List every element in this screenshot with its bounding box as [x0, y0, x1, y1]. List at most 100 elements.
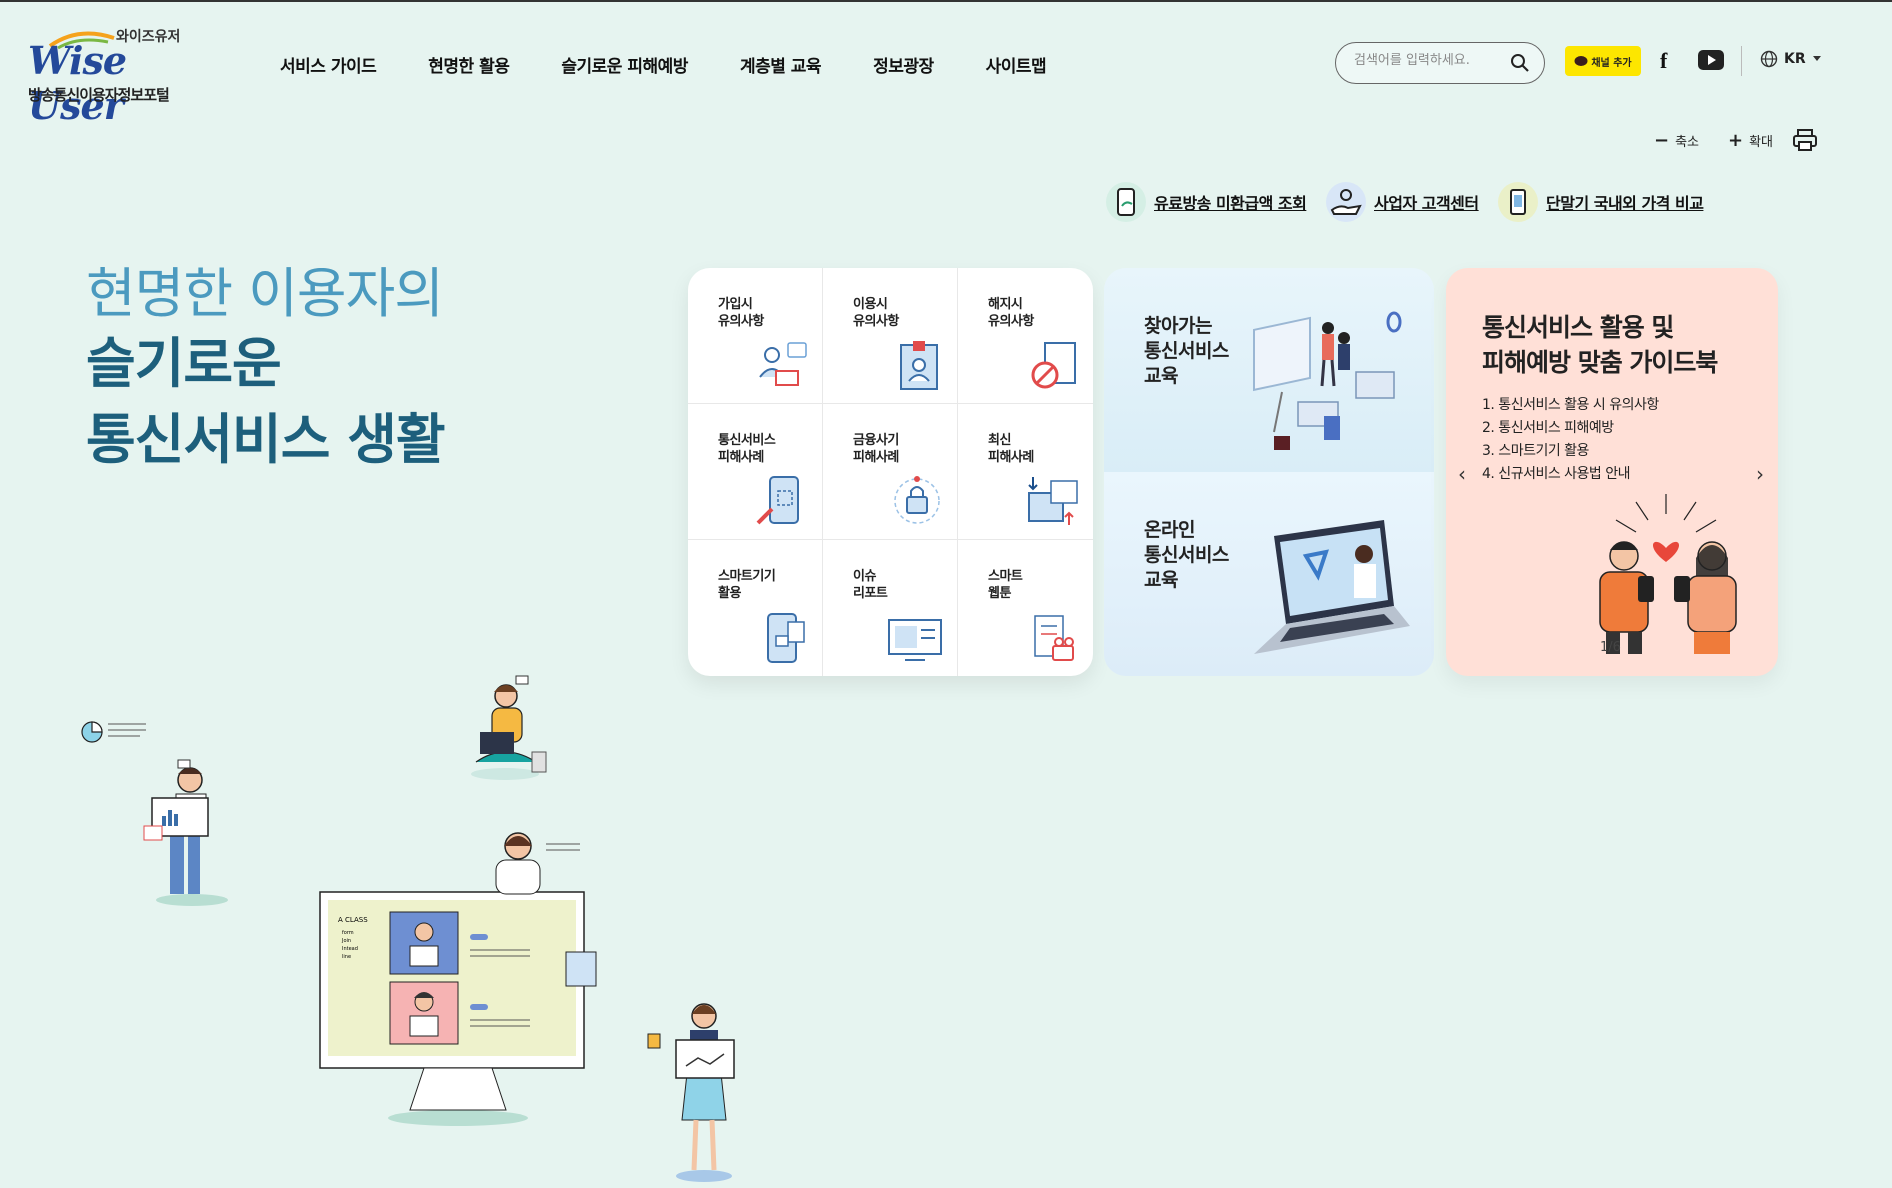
slider-pager: 1/6 — [1600, 640, 1621, 655]
facebook-icon[interactable]: f — [1660, 48, 1667, 74]
cancel-icon — [1031, 342, 1076, 389]
classroom-illustration-icon — [1253, 311, 1402, 450]
print-icon[interactable] — [1792, 128, 1818, 152]
menu-cancel-notice[interactable]: 해지시 유의사항 — [958, 268, 1093, 404]
menu-latest-damage[interactable]: 최신 피해사례 — [958, 404, 1093, 540]
lock-fraud-icon — [894, 476, 940, 524]
device-price-icon — [1498, 182, 1538, 222]
guidebook-item[interactable]: 1. 통신서비스 활용 시 유의사항 — [1482, 394, 1659, 417]
online-class-illustration: A CLASS form Join Intead line — [81, 675, 735, 1182]
divider — [1741, 46, 1742, 76]
search-box — [1335, 42, 1545, 84]
guidebook-item[interactable]: 3. 스마트기기 활용 — [1482, 440, 1659, 463]
menu-label: 스마트 웹툰 — [988, 569, 1023, 601]
menu-issue-report[interactable]: 이슈 리포트 — [823, 540, 958, 676]
menu-smart-device[interactable]: 스마트기기 활용 — [688, 540, 823, 676]
guidebook-list: 1. 통신서비스 활용 시 유의사항 2. 통신서비스 피해예방 3. 스마트기… — [1482, 394, 1659, 486]
quick-link-label: 유료방송 미환급액 조회 — [1154, 194, 1307, 213]
svg-text:form: form — [342, 930, 354, 936]
usage-icon — [900, 341, 938, 390]
laptop-illustration-icon — [1254, 520, 1410, 654]
chevron-down-icon — [1812, 56, 1821, 61]
screen-label: A CLASS — [338, 916, 368, 924]
youtube-icon[interactable] — [1698, 50, 1724, 70]
nav-damage-prevention[interactable]: 슬기로운 피해예방 — [561, 52, 688, 77]
language-label: KR — [1784, 51, 1806, 67]
signup-icon — [759, 342, 807, 386]
globe-icon — [1760, 50, 1778, 68]
menu-signup-notice[interactable]: 가입시 유의사항 — [688, 268, 823, 404]
nav-education[interactable]: 계층별 교육 — [740, 52, 822, 77]
kakao-channel-button[interactable]: 채널 추가 — [1565, 46, 1641, 76]
visiting-education-card[interactable]: 찾아가는 통신서비스 교육 — [1104, 268, 1434, 472]
report-icon — [888, 619, 942, 661]
nav-info-plaza[interactable]: 정보광장 — [873, 52, 934, 77]
guidebook-title: 통신서비스 활용 및 피해예방 맞춤 가이드북 — [1482, 313, 1718, 377]
service-menu-grid: 가입시 유의사항 이용시 유의사항 해지시 유의사항 통신서비스 피해사례 금융… — [688, 268, 1093, 676]
nav-smart-use[interactable]: 현명한 활용 — [428, 52, 510, 77]
plus-icon: + — [1728, 130, 1744, 151]
logo-brand: Wise User — [28, 38, 127, 128]
woman-presenting-icon — [647, 1003, 735, 1182]
hero-text: 현명한 이용자의 슬기로운 통신서비스 생활 — [86, 262, 446, 478]
woman-pointing-icon — [495, 832, 580, 895]
kakao-label: 채널 추가 — [1591, 57, 1632, 69]
edu-label: 온라인 통신서비스 교육 — [1144, 519, 1229, 591]
menu-label: 이슈 리포트 — [853, 569, 888, 601]
quick-link-customer-center[interactable]: 사업자 고객센터 — [1326, 182, 1479, 222]
minus-icon: − — [1654, 130, 1670, 151]
top-border — [0, 0, 1892, 2]
nav-sitemap[interactable]: 사이트맵 — [986, 52, 1047, 77]
latest-case-icon — [1028, 477, 1078, 525]
hero-line-1: 현명한 이용자의 — [86, 262, 444, 325]
menu-smart-webtoon[interactable]: 스마트 웹툰 — [958, 540, 1093, 676]
quick-link-price-compare[interactable]: 단말기 국내외 가격 비교 — [1498, 182, 1704, 222]
logo-subtitle: 방송통신이용자정보포털 — [28, 86, 170, 104]
zoom-out-button[interactable]: − 축소 — [1654, 130, 1699, 151]
menu-label: 이용시 유의사항 — [853, 297, 899, 329]
zoom-in-button[interactable]: + 확대 — [1728, 130, 1773, 151]
man-presenting-icon — [143, 759, 228, 906]
phone-refund-icon — [1106, 182, 1146, 222]
nav-service-guide[interactable]: 서비스 가이드 — [280, 52, 377, 77]
menu-finance-fraud[interactable]: 금융사기 피해사례 — [823, 404, 958, 540]
menu-telecom-damage[interactable]: 통신서비스 피해사례 — [688, 404, 823, 540]
menu-label: 해지시 유의사항 — [988, 297, 1034, 329]
site-logo[interactable]: 와이즈유저 Wise User 방송통신이용자정보포털 — [28, 26, 198, 128]
svg-text:Join: Join — [341, 938, 351, 944]
edu-label: 찾아가는 통신서비스 교육 — [1144, 315, 1229, 387]
language-selector[interactable]: KR — [1760, 50, 1822, 68]
online-education-card[interactable]: 온라인 통신서비스 교육 — [1104, 472, 1434, 676]
menu-label: 가입시 유의사항 — [718, 297, 764, 329]
zoom-in-label: 확대 — [1749, 135, 1774, 150]
search-icon[interactable] — [1510, 53, 1530, 73]
guidebook-item[interactable]: 2. 통신서비스 피해예방 — [1482, 417, 1659, 440]
quick-link-label: 단말기 국내외 가격 비교 — [1546, 194, 1704, 213]
main-nav: 서비스 가이드 현명한 활용 슬기로운 피해예방 계층별 교육 정보광장 사이트… — [280, 52, 1098, 77]
svg-text:Intead: Intead — [342, 946, 358, 952]
menu-label: 스마트기기 활용 — [718, 569, 776, 601]
smart-device-icon — [767, 613, 805, 663]
monitor-class-icon: A CLASS form Join Intead line — [319, 891, 597, 1126]
quick-link-label: 사업자 고객센터 — [1374, 194, 1479, 213]
menu-label: 통신서비스 피해사례 — [718, 433, 776, 465]
webtoon-icon — [1034, 615, 1074, 661]
people-illustration-icon — [1599, 494, 1737, 654]
slider-next-icon[interactable]: › — [1756, 462, 1764, 486]
hero-line-3: 통신서비스 생활 — [86, 408, 446, 471]
svg-text:line: line — [342, 954, 351, 960]
menu-label: 금융사기 피해사례 — [853, 433, 899, 465]
person-laptop-icon — [471, 675, 547, 780]
hand-service-icon — [1326, 182, 1366, 222]
menu-usage-notice[interactable]: 이용시 유의사항 — [823, 268, 958, 404]
phone-damage-icon — [756, 476, 799, 525]
hero-line-2: 슬기로운 — [86, 332, 282, 395]
menu-label: 최신 피해사례 — [988, 433, 1034, 465]
slider-prev-icon[interactable]: ‹ — [1458, 462, 1466, 486]
quick-link-refund[interactable]: 유료방송 미환급액 조회 — [1106, 182, 1307, 222]
search-input[interactable] — [1354, 53, 1504, 68]
pie-chart-icon — [81, 721, 146, 743]
kakao-icon — [1574, 56, 1588, 66]
guidebook-slider[interactable]: 통신서비스 활용 및 피해예방 맞춤 가이드북 1. 통신서비스 활용 시 유의… — [1446, 268, 1778, 676]
guidebook-item[interactable]: 4. 신규서비스 사용법 안내 — [1482, 463, 1659, 486]
